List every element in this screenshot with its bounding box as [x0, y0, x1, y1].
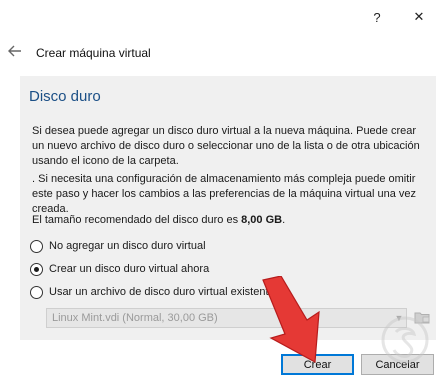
radio-button-selected[interactable] [30, 262, 43, 276]
recommended-size-suffix: . [282, 214, 286, 226]
radio-button[interactable] [30, 239, 43, 253]
back-button[interactable] [8, 44, 22, 61]
create-button[interactable]: Crear [281, 354, 354, 375]
wizard-header: Crear máquina virtual [0, 40, 445, 66]
page-title: Crear máquina virtual [36, 46, 151, 60]
radio-no-disk[interactable]: No agregar un disco duro virtual [30, 237, 206, 255]
radio-existing-disk[interactable]: Usar un archivo de disco duro virtual ex… [30, 283, 275, 301]
recommended-size-text: El tamaño recomendado del disco duro es … [32, 213, 424, 228]
section-title: Disco duro [29, 88, 101, 105]
radio-label: Usar un archivo de disco duro virtual ex… [49, 286, 275, 298]
disk-file-select: Linux Mint.vdi (Normal, 30,00 GB) ▼ [46, 308, 407, 328]
radio-button[interactable] [30, 285, 43, 299]
dialog-window: ? ✕ Crear máquina virtual Disco duro Si … [0, 0, 445, 386]
radio-create-disk[interactable]: Crear un disco duro virtual ahora [30, 260, 209, 278]
title-bar: ? ✕ [0, 0, 445, 33]
advanced-note-text: . Si necesita una configuración de almac… [32, 173, 416, 215]
content-panel: Disco duro Si desea puede agregar un dis… [20, 76, 436, 340]
back-arrow-icon [8, 45, 21, 57]
disk-file-select-value: Linux Mint.vdi (Normal, 30,00 GB) [52, 312, 218, 324]
description-text: Si desea puede agregar un disco duro vir… [32, 125, 420, 167]
help-button[interactable]: ? [362, 6, 392, 28]
recommended-size-prefix: El tamaño recomendado del disco duro es [32, 214, 242, 226]
watermark-logo [381, 316, 429, 364]
radio-label: Crear un disco duro virtual ahora [49, 263, 210, 275]
close-icon: ✕ [413, 9, 425, 24]
help-icon: ? [373, 9, 381, 25]
close-button[interactable]: ✕ [404, 6, 434, 28]
recommended-size-value: 8,00 GB [241, 214, 283, 226]
radio-label: No agregar un disco duro virtual [49, 240, 206, 252]
